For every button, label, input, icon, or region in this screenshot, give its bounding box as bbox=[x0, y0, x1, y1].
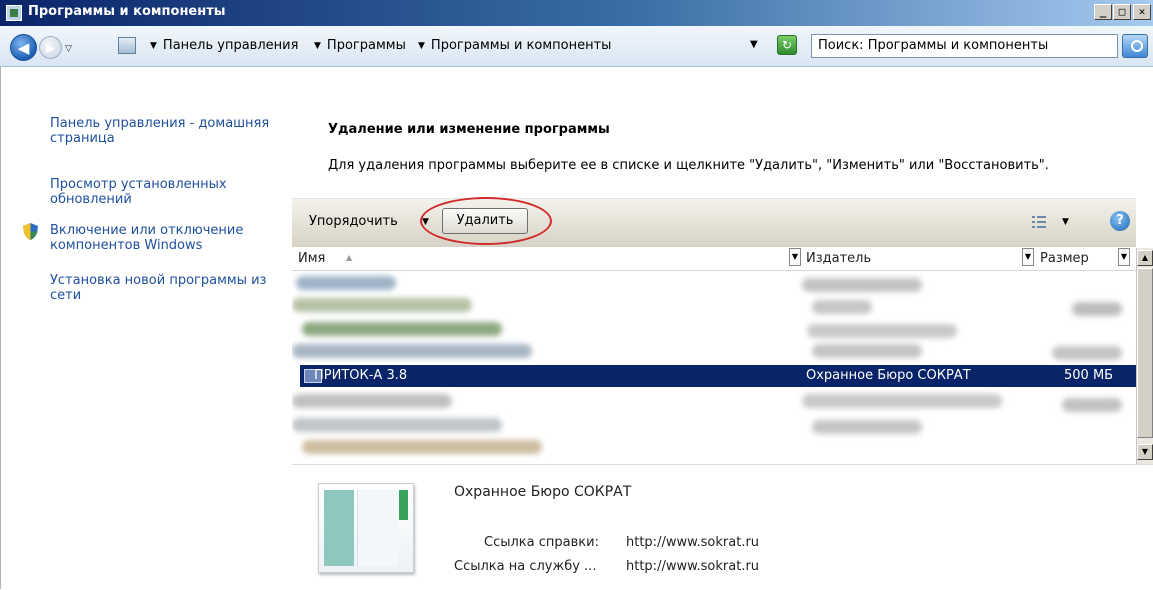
window-left-border bbox=[0, 66, 4, 589]
shield-icon bbox=[23, 223, 38, 240]
search-icon[interactable] bbox=[1122, 34, 1148, 58]
control-panel-icon bbox=[6, 5, 22, 21]
blurred-row[interactable] bbox=[812, 420, 922, 434]
column-name[interactable]: Имя bbox=[298, 251, 325, 266]
view-details-icon[interactable] bbox=[1032, 216, 1046, 228]
help-link[interactable]: http://www.sokrat.ru bbox=[626, 535, 759, 550]
instruction-text: Для удаления программы выберите ее в спи… bbox=[328, 158, 1049, 173]
sort-ascending-icon: ▲ bbox=[346, 253, 353, 262]
link-install-from-network[interactable]: Установка новой программы из сети bbox=[50, 273, 285, 303]
address-dropdown-icon[interactable]: ▼ bbox=[750, 39, 758, 50]
page-title: Удаление или изменение программы bbox=[328, 122, 610, 137]
breadcrumb-programs-and-features[interactable]: ▼ Программы и компоненты bbox=[418, 38, 611, 53]
window-title: Программы и компоненты bbox=[28, 4, 226, 19]
blurred-row[interactable] bbox=[802, 278, 922, 292]
blurred-row[interactable] bbox=[812, 344, 922, 358]
close-button[interactable]: ✕ bbox=[1133, 4, 1151, 20]
scroll-thumb[interactable] bbox=[1137, 268, 1153, 438]
column-publisher-filter-icon[interactable]: ▼ bbox=[1022, 248, 1034, 266]
address-field[interactable]: ▼ Панель управления ▼ Программы ▼ Программы… bbox=[114, 34, 764, 58]
organize-button[interactable]: Упорядочить bbox=[309, 214, 398, 229]
blurred-row[interactable] bbox=[812, 300, 872, 314]
address-toolbar: ◀ ▶ ▽ ▼ Панель управления ▼ Программы ▼ Про… bbox=[0, 26, 1153, 67]
column-publisher[interactable]: Издатель bbox=[806, 251, 871, 266]
blurred-row[interactable] bbox=[296, 276, 396, 290]
blurred-row[interactable] bbox=[1072, 302, 1122, 316]
help-icon[interactable]: ? bbox=[1110, 211, 1130, 231]
blurred-row[interactable] bbox=[807, 324, 957, 338]
program-large-icon bbox=[318, 483, 414, 573]
search-input[interactable]: Поиск: Программы и компоненты bbox=[811, 34, 1118, 58]
control-panel-folder-icon bbox=[118, 37, 136, 54]
link-view-installed-updates[interactable]: Просмотр установленных обновлений bbox=[50, 177, 285, 207]
column-header-row: Имя ▲ ▼ Издатель ▼ Размер ▼ bbox=[292, 248, 1136, 271]
column-name-filter-icon[interactable]: ▼ bbox=[789, 248, 801, 266]
link-control-panel-home[interactable]: Панель управления - домашняя страница bbox=[50, 116, 285, 146]
column-size[interactable]: Размер bbox=[1040, 251, 1089, 266]
scroll-down-icon[interactable]: ▼ bbox=[1137, 444, 1153, 460]
details-pane: Охранное Бюро СОКРАТ Ссылка справки: htt… bbox=[292, 464, 1153, 590]
blurred-row[interactable] bbox=[302, 322, 502, 336]
uninstall-button[interactable]: Удалить bbox=[442, 208, 528, 234]
breadcrumb-programs[interactable]: ▼ Программы bbox=[314, 38, 406, 53]
window-title-bar[interactable]: Программы и компоненты _ □ ✕ bbox=[0, 0, 1153, 26]
blurred-row[interactable] bbox=[292, 418, 502, 432]
breadcrumb-control-panel[interactable]: ▼ Панель управления bbox=[150, 38, 298, 53]
link-windows-features[interactable]: Включение или отключение компонентов Win… bbox=[50, 223, 285, 253]
program-size: 500 МБ bbox=[1064, 368, 1114, 383]
forward-arrow-icon[interactable]: ▶ bbox=[39, 36, 62, 59]
blurred-row[interactable] bbox=[1052, 346, 1122, 360]
scroll-up-icon[interactable]: ▲ bbox=[1137, 250, 1153, 266]
maximize-button[interactable]: □ bbox=[1113, 4, 1131, 20]
command-bar: Упорядочить ▼ Удалить ▼ ? bbox=[292, 197, 1136, 247]
support-link[interactable]: http://www.sokrat.ru bbox=[626, 559, 759, 574]
help-link-label: Ссылка справки: bbox=[484, 535, 599, 550]
blurred-row[interactable] bbox=[292, 394, 452, 408]
blurred-row[interactable] bbox=[802, 394, 1002, 408]
column-size-filter-icon[interactable]: ▼ bbox=[1118, 248, 1130, 266]
program-name: ПРИТОК-А 3.8 bbox=[314, 368, 408, 383]
back-arrow-icon[interactable]: ◀ bbox=[10, 34, 37, 61]
vertical-scrollbar[interactable]: ▲ ▼ bbox=[1136, 248, 1153, 464]
blurred-row[interactable] bbox=[1062, 398, 1122, 412]
minimize-button[interactable]: _ bbox=[1094, 4, 1112, 20]
organize-dropdown-icon[interactable]: ▼ bbox=[422, 217, 429, 227]
table-row-selected[interactable]: ПРИТОК-А 3.8 Охранное Бюро СОКРАТ 500 МБ bbox=[300, 365, 1136, 387]
view-dropdown-icon[interactable]: ▼ bbox=[1062, 217, 1069, 227]
blurred-row[interactable] bbox=[302, 440, 542, 454]
program-publisher: Охранное Бюро СОКРАТ bbox=[806, 368, 971, 383]
support-link-label: Ссылка на службу ... bbox=[454, 559, 597, 574]
refresh-icon[interactable]: ↻ bbox=[777, 35, 797, 55]
details-publisher: Охранное Бюро СОКРАТ bbox=[454, 484, 632, 500]
blurred-row[interactable] bbox=[292, 298, 472, 312]
blurred-row[interactable] bbox=[292, 344, 532, 358]
history-dropdown-icon[interactable]: ▽ bbox=[65, 44, 72, 54]
